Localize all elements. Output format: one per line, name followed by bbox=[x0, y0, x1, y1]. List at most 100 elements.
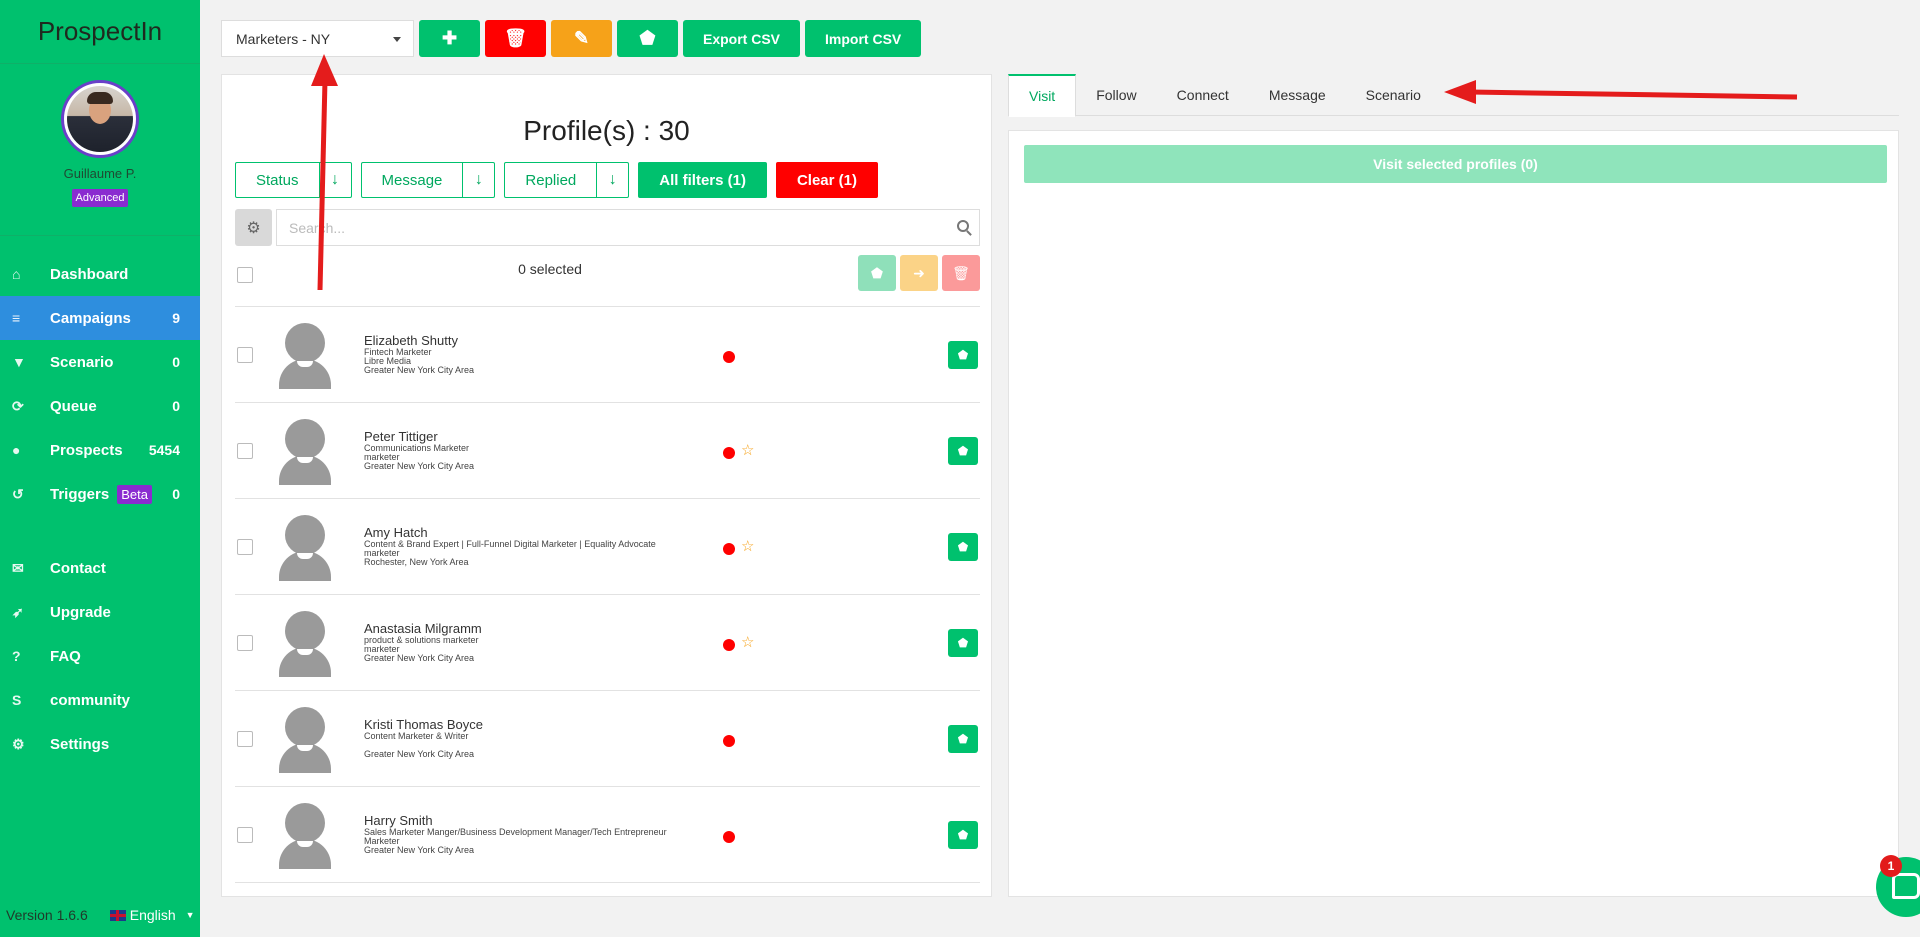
export-csv-button[interactable]: Export CSV bbox=[683, 20, 801, 57]
campaign-toolbar: Marketers - NY ✚ 🗑 ✎ ⬟ Export CSV Import… bbox=[221, 20, 922, 57]
all-filters-button[interactable]: All filters (1) bbox=[638, 162, 767, 198]
gear-icon: ⚙ bbox=[12, 735, 25, 752]
sidebar-item-contact[interactable]: ✉ Contact bbox=[0, 546, 200, 590]
profiles-count-title: Profile(s) : 30 bbox=[523, 115, 690, 146]
action-panel: Visit selected profiles (0) bbox=[1008, 130, 1899, 897]
tab-scenario[interactable]: Scenario bbox=[1346, 74, 1441, 116]
replied-filter[interactable]: Replied ↓ bbox=[504, 162, 630, 198]
tag-icon: ⬟ bbox=[957, 732, 969, 746]
sidebar-item-dashboard[interactable]: ⌂ Dashboard bbox=[0, 252, 200, 296]
status-dot bbox=[723, 735, 735, 747]
arrow-down-icon: ↓ bbox=[318, 163, 351, 197]
row-checkbox[interactable] bbox=[237, 635, 253, 651]
sidebar-item-scenario[interactable]: ▼ Scenario 0 bbox=[0, 340, 200, 384]
beta-badge: Beta bbox=[117, 484, 152, 504]
sidebar-item-community[interactable]: S community bbox=[0, 678, 200, 722]
status-dot bbox=[723, 543, 735, 555]
profile-name[interactable]: Anastasia Milgramm bbox=[364, 621, 704, 636]
plan-badge: Advanced bbox=[71, 189, 129, 207]
tag-campaign-button[interactable]: ⬟ bbox=[617, 20, 678, 57]
language-selector[interactable]: English ▼ bbox=[109, 907, 195, 923]
list-item[interactable]: Kristi Thomas Boyce Content Marketer & W… bbox=[235, 691, 980, 787]
status-dot bbox=[723, 639, 735, 651]
edit-campaign-button[interactable]: ✎ bbox=[551, 20, 612, 57]
avatar bbox=[279, 803, 331, 869]
arrow-circle-right-icon: ➜ bbox=[913, 264, 925, 281]
status-dot bbox=[723, 831, 735, 843]
tab-connect[interactable]: Connect bbox=[1157, 74, 1249, 116]
profile-name[interactable]: Kristi Thomas Boyce bbox=[364, 717, 704, 732]
list-item[interactable]: Amy Hatch Content & Brand Expert | Full-… bbox=[235, 499, 980, 595]
row-checkbox[interactable] bbox=[237, 731, 253, 747]
profile-location: Greater New York City Area bbox=[364, 365, 475, 375]
tag-button[interactable]: ⬟ bbox=[948, 341, 978, 369]
tag-icon: ⬟ bbox=[870, 264, 884, 281]
trash-icon: 🗑 bbox=[504, 28, 527, 48]
tag-button[interactable]: ⬟ bbox=[948, 629, 978, 657]
sidebar-item-queue[interactable]: ⟳ Queue 0 bbox=[0, 384, 200, 428]
row-checkbox[interactable] bbox=[237, 347, 253, 363]
arrow-down-icon: ↓ bbox=[596, 163, 628, 197]
list-item[interactable]: Anastasia Milgramm product & solutions m… bbox=[235, 595, 980, 691]
sidebar-item-campaigns[interactable]: ≡ Campaigns 9 bbox=[0, 296, 200, 340]
campaign-select[interactable]: Marketers - NY bbox=[221, 20, 414, 57]
avatar[interactable] bbox=[61, 80, 139, 158]
tag-button[interactable]: ⬟ bbox=[948, 725, 978, 753]
sidebar: ProspectIn Guillaume P. Advanced ⌂ Dashb… bbox=[0, 0, 200, 937]
version-label: Version 1.6.6 bbox=[6, 907, 88, 923]
tag-button[interactable]: ⬟ bbox=[948, 437, 978, 465]
row-checkbox[interactable] bbox=[237, 539, 253, 555]
caret-down-icon bbox=[393, 37, 401, 42]
row-checkbox[interactable] bbox=[237, 827, 253, 843]
row-checkbox[interactable] bbox=[237, 443, 253, 459]
add-campaign-button[interactable]: ✚ bbox=[419, 20, 480, 57]
visit-selected-button[interactable]: Visit selected profiles (0) bbox=[1024, 145, 1887, 183]
sidebar-item-upgrade[interactable]: ➶ Upgrade bbox=[0, 590, 200, 634]
search-input[interactable]: Search... bbox=[276, 209, 980, 246]
status-dot bbox=[723, 447, 735, 459]
bulk-tag-button[interactable]: ⬟ bbox=[858, 255, 896, 291]
selection-row: 0 selected ⬟ ➜ 🗑 bbox=[235, 255, 980, 299]
star-icon[interactable]: ☆ bbox=[741, 633, 754, 651]
star-icon[interactable]: ☆ bbox=[741, 441, 754, 459]
delete-campaign-button[interactable]: 🗑 bbox=[485, 20, 546, 57]
status-filter[interactable]: Status ↓ bbox=[235, 162, 352, 198]
selected-count: 0 selected bbox=[518, 261, 582, 277]
profile-headline: Content & Brand Expert | Full-Funnel Dig… bbox=[364, 539, 656, 549]
profile-name[interactable]: Amy Hatch bbox=[364, 525, 704, 540]
star-icon[interactable]: ☆ bbox=[741, 537, 754, 555]
list-item[interactable]: Peter Tittiger Communications Marketer m… bbox=[235, 403, 980, 499]
search-settings-button[interactable]: ⚙ bbox=[235, 209, 272, 246]
list-icon: ≡ bbox=[12, 310, 21, 326]
search-row: ⚙ Search... bbox=[235, 209, 980, 246]
tag-icon: ⬟ bbox=[639, 28, 656, 48]
profile-name[interactable]: Elizabeth Shutty bbox=[364, 333, 704, 348]
sidebar-item-triggers[interactable]: ↺ Triggers Beta 0 bbox=[0, 472, 200, 516]
sidebar-item-settings[interactable]: ⚙ Settings bbox=[0, 722, 200, 766]
tab-visit[interactable]: Visit bbox=[1008, 74, 1077, 117]
brand-logo[interactable]: ProspectIn bbox=[0, 0, 200, 64]
sidebar-item-faq[interactable]: ? FAQ bbox=[0, 634, 200, 678]
sidebar-item-prospects[interactable]: ● Prospects 5454 bbox=[0, 428, 200, 472]
tab-message[interactable]: Message bbox=[1249, 74, 1346, 116]
search-icon bbox=[957, 220, 969, 232]
bulk-delete-button[interactable]: 🗑 bbox=[942, 255, 980, 291]
campaigns-count: 9 bbox=[172, 310, 180, 326]
profile-name[interactable]: Harry Smith bbox=[364, 813, 704, 828]
profile-name[interactable]: Peter Tittiger bbox=[364, 429, 704, 444]
tag-icon: ⬟ bbox=[957, 444, 969, 458]
profile-headline: Sales Marketer Manger/Business Developme… bbox=[364, 827, 667, 837]
tag-button[interactable]: ⬟ bbox=[948, 533, 978, 561]
import-csv-button[interactable]: Import CSV bbox=[805, 20, 922, 57]
clear-filters-button[interactable]: Clear (1) bbox=[775, 162, 878, 198]
list-item[interactable]: Harry Smith Sales Marketer Manger/Busine… bbox=[235, 787, 980, 883]
tag-button[interactable]: ⬟ bbox=[948, 821, 978, 849]
avatar bbox=[279, 611, 331, 677]
profile-headline: Fintech Marketer bbox=[364, 347, 432, 357]
envelope-icon: ✉ bbox=[12, 559, 24, 576]
tab-follow[interactable]: Follow bbox=[1076, 74, 1156, 116]
bulk-move-button[interactable]: ➜ bbox=[900, 255, 938, 291]
profile-location: Rochester, New York Area bbox=[364, 557, 469, 567]
list-item[interactable]: Elizabeth Shutty Fintech Marketer Libre … bbox=[235, 307, 980, 403]
message-filter[interactable]: Message ↓ bbox=[360, 162, 496, 198]
